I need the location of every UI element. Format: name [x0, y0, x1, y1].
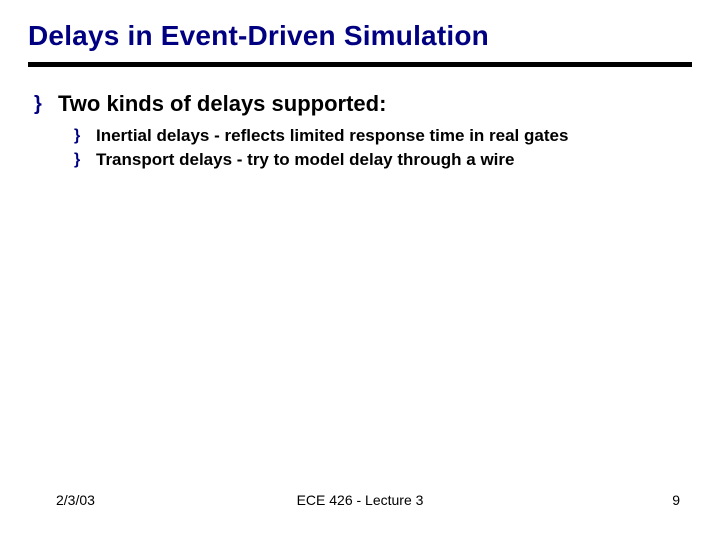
sub-bullet-group: } Inertial delays - reflects limited res…: [34, 125, 692, 171]
bullet-level1: } Two kinds of delays supported:: [34, 91, 692, 117]
footer-page-number: 9: [672, 492, 680, 508]
bullet-level1-text: Two kinds of delays supported:: [58, 91, 386, 117]
bullet-glyph-icon: }: [34, 91, 58, 117]
slide: Delays in Event-Driven Simulation } Two …: [0, 0, 720, 540]
slide-title: Delays in Event-Driven Simulation: [28, 20, 692, 52]
footer-date: 2/3/03: [56, 492, 95, 508]
bullet-level2: } Inertial delays - reflects limited res…: [74, 125, 692, 147]
slide-content: } Two kinds of delays supported: } Inert…: [28, 91, 692, 540]
bullet-glyph-icon: }: [74, 125, 96, 147]
bullet-level2-text: Transport delays - try to model delay th…: [96, 149, 514, 171]
bullet-level2: } Transport delays - try to model delay …: [74, 149, 692, 171]
bullet-level2-text: Inertial delays - reflects limited respo…: [96, 125, 568, 147]
title-rule: [28, 62, 692, 67]
footer-center: ECE 426 - Lecture 3: [297, 492, 424, 508]
slide-footer: 2/3/03 ECE 426 - Lecture 3 9: [0, 492, 720, 508]
bullet-glyph-icon: }: [74, 149, 96, 171]
